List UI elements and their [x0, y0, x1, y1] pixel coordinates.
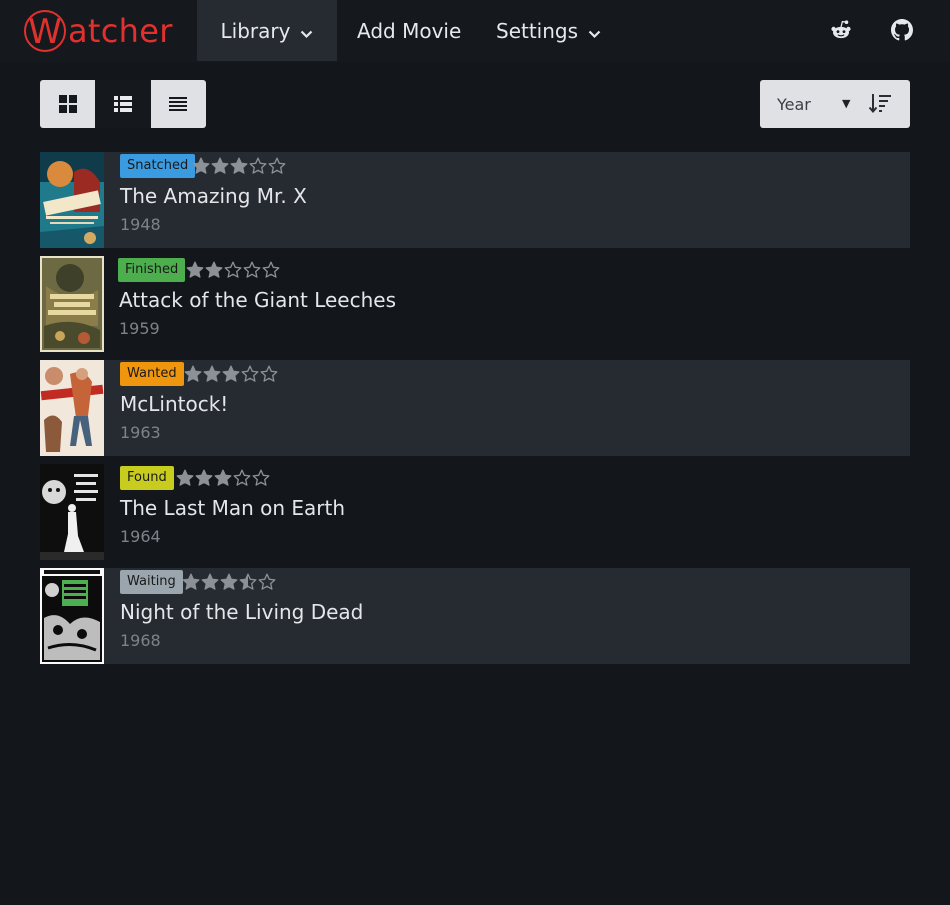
rating-stars	[192, 157, 287, 175]
grid-view-button[interactable]	[40, 80, 95, 128]
sort-controls: Year ▼	[760, 80, 910, 128]
reddit-icon[interactable]	[830, 19, 852, 41]
movie-year: 1963	[120, 423, 161, 442]
star-icon	[258, 573, 276, 590]
star-icon	[224, 261, 242, 278]
star-icon	[222, 365, 240, 382]
star-icon	[230, 157, 248, 174]
star-icon	[220, 573, 238, 590]
logo-circle-w: W	[24, 10, 66, 52]
navbar: W atcher Library Add Movie Settings	[0, 0, 950, 62]
star-icon	[186, 261, 204, 278]
status-badge: Wanted	[120, 362, 184, 386]
star-icon	[260, 365, 278, 382]
movie-row[interactable]: Snatched The Amazing Mr. X 1948	[40, 152, 910, 248]
view-mode-toggle	[40, 80, 206, 128]
sort-direction-button[interactable]	[868, 92, 894, 116]
star-icon	[241, 365, 259, 382]
rating-stars	[184, 365, 279, 383]
logo-text: atcher	[68, 12, 173, 50]
nav-add-movie[interactable]: Add Movie	[357, 0, 461, 61]
movie-year: 1948	[120, 215, 161, 234]
status-badge: Found	[120, 466, 174, 490]
star-icon	[249, 157, 267, 174]
status-badge: Waiting	[120, 570, 183, 594]
github-icon[interactable]	[891, 19, 913, 41]
star-icon	[192, 157, 210, 174]
list-view-button[interactable]	[95, 80, 151, 128]
compact-view-button[interactable]	[151, 80, 206, 128]
nav-library-dropdown[interactable]: Library	[197, 0, 337, 61]
movie-poster	[40, 152, 104, 248]
compact-view-icon	[169, 97, 188, 111]
star-icon	[262, 261, 280, 278]
watcher-logo[interactable]: W atcher	[24, 7, 173, 55]
status-badge: Finished	[118, 258, 186, 282]
rating-stars	[176, 469, 271, 487]
chevron-down-icon	[588, 20, 601, 44]
movie-title[interactable]: Attack of the Giant Leeches	[119, 288, 396, 312]
caret-down-icon: ▼	[842, 97, 851, 110]
star-icon	[203, 365, 221, 382]
status-badge: Snatched	[120, 154, 196, 178]
movie-poster	[40, 256, 104, 352]
movie-title[interactable]: McLintock!	[120, 392, 228, 416]
movie-poster	[40, 360, 104, 456]
star-icon	[201, 573, 219, 590]
sort-by-value: Year	[777, 94, 811, 114]
movie-poster	[40, 464, 104, 560]
list-view-icon	[113, 96, 132, 112]
star-icon	[243, 261, 261, 278]
star-icon	[184, 365, 202, 382]
star-icon	[182, 573, 200, 590]
sort-by-select[interactable]: Year ▼	[760, 80, 860, 128]
star-icon	[195, 469, 213, 486]
star-icon	[233, 469, 251, 486]
movie-title[interactable]: The Amazing Mr. X	[120, 184, 307, 208]
rating-stars	[182, 573, 277, 591]
movie-year: 1964	[120, 527, 161, 546]
star-icon	[211, 157, 229, 174]
nav-settings-dropdown[interactable]: Settings	[496, 0, 601, 61]
star-icon	[205, 261, 223, 278]
movie-row[interactable]: Waiting Night of the Living Dead 1968	[40, 568, 910, 664]
movie-year: 1959	[119, 319, 160, 338]
star-icon	[176, 469, 194, 486]
movie-row[interactable]: Wanted McLintock! 1963	[40, 360, 910, 456]
rating-stars	[186, 261, 281, 279]
star-icon	[252, 469, 270, 486]
star-icon	[214, 469, 232, 486]
star-icon	[239, 573, 257, 590]
nav-library-label: Library	[220, 18, 291, 43]
nav-settings-label: Settings	[496, 18, 579, 43]
sort-ascending-icon	[868, 94, 891, 114]
movie-row[interactable]: Finished Attack of the Giant Leeches 195…	[40, 256, 910, 352]
movie-poster	[40, 568, 104, 664]
movie-title[interactable]: The Last Man on Earth	[120, 496, 345, 520]
movie-title[interactable]: Night of the Living Dead	[120, 600, 363, 624]
grid-view-icon	[58, 95, 77, 113]
star-icon	[268, 157, 286, 174]
movie-year: 1968	[120, 631, 161, 650]
chevron-down-icon	[300, 20, 313, 44]
movie-row[interactable]: Found The Last Man on Earth 1964	[40, 464, 910, 560]
